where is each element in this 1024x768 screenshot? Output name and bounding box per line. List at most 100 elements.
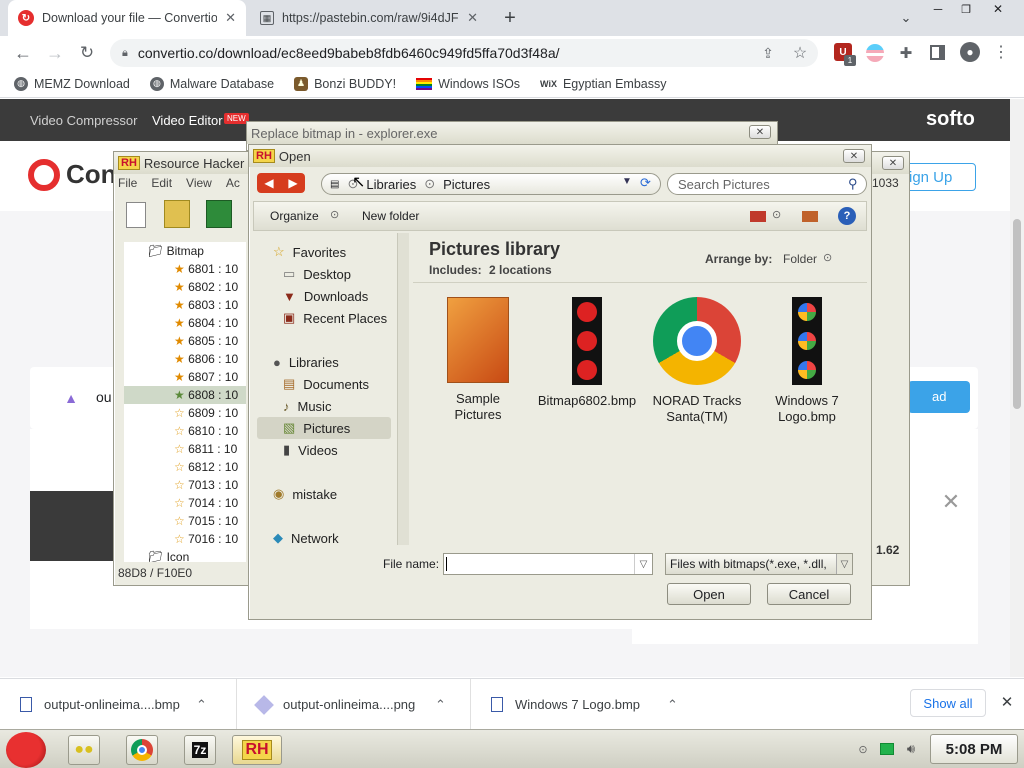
close-downloads-icon[interactable]: ✕	[998, 693, 1016, 711]
share-icon[interactable]: ⇪	[758, 43, 778, 63]
tree-item[interactable]: ☆ 6809 : 10	[124, 404, 246, 422]
close-window-icon[interactable]: ✕	[988, 2, 1008, 16]
tab-pastebin[interactable]: ▦ https://pastebin.com/raw/9i4dJF ✕	[250, 0, 488, 36]
nav-scrollbar[interactable]	[397, 233, 409, 545]
back-icon[interactable]: ←	[12, 42, 34, 64]
nav-desktop[interactable]: ▭ Desktop	[283, 263, 351, 285]
menu-file[interactable]: File	[118, 176, 137, 192]
close-icon[interactable]: ✕	[882, 156, 904, 170]
tree-item[interactable]: ★ 6804 : 10	[124, 314, 246, 332]
side-panel-icon[interactable]	[930, 45, 945, 60]
bookmark-malware-db[interactable]: ◍ Malware Database	[149, 76, 274, 91]
new-folder-button[interactable]: New folder	[362, 209, 419, 223]
chevron-up-icon[interactable]: ⌃	[667, 697, 678, 713]
search-input[interactable]: Search Pictures ⚲	[667, 173, 867, 195]
taskbar-chrome[interactable]	[126, 735, 158, 765]
tree-item[interactable]: ☆ 6810 : 10	[124, 422, 246, 440]
bookmark-bonzi[interactable]: ♟ Bonzi BUDDY!	[294, 76, 396, 91]
new-file-icon[interactable]	[126, 202, 146, 228]
nav-video-editor[interactable]: Video Editor	[152, 113, 223, 128]
help-icon[interactable]: ?	[838, 207, 856, 225]
forward-icon[interactable]: →	[44, 42, 66, 64]
file-name-input[interactable]: ▽	[443, 553, 653, 575]
volume-icon[interactable]: 🔊︎	[902, 740, 920, 758]
tab-search-icon[interactable]: ⌄	[896, 8, 916, 28]
sign-up-button[interactable]: ign Up	[900, 163, 976, 191]
address-bar[interactable]: 🔒︎ convertio.co/download/ec8eed9babeb8fd…	[110, 39, 818, 67]
breadcrumb-libraries[interactable]: Libraries	[366, 177, 416, 192]
tree-item[interactable]: ★ 6807 : 10	[124, 368, 246, 386]
arrange-by-dropdown[interactable]: Folder	[783, 252, 817, 266]
network-tray-icon[interactable]	[880, 743, 894, 755]
minimize-icon[interactable]: ─	[928, 2, 948, 16]
tree-item[interactable]: ☆ 6811 : 10	[124, 440, 246, 458]
tree-item[interactable]: ☆ 7016 : 10	[124, 530, 246, 548]
nav-documents[interactable]: ▤ Documents	[283, 373, 369, 395]
softo-logo[interactable]: softo	[926, 108, 975, 131]
dropdown-arrow-icon[interactable]: ▽	[634, 554, 652, 574]
nav-videos[interactable]: ▮ Videos	[283, 439, 338, 461]
profile-avatar-icon[interactable]: ●	[960, 42, 980, 62]
preview-pane-icon[interactable]	[802, 211, 818, 222]
nav-recent-places[interactable]: ▣ Recent Places	[283, 307, 387, 329]
close-icon[interactable]: ✕	[749, 125, 771, 139]
download-item[interactable]: Windows 7 Logo.bmp ⌃	[470, 679, 704, 730]
refresh-icon[interactable]: ⟳	[640, 175, 651, 191]
download-item[interactable]: output-onlineima....bmp ⌃	[0, 679, 236, 730]
close-tab-icon[interactable]: ✕	[225, 10, 236, 26]
taskbar-bonzi-app[interactable]: ●●	[68, 735, 100, 765]
back-icon[interactable]: ◀	[257, 173, 281, 193]
breadcrumb[interactable]: ▤ ⊙ Libraries ⊙ Pictures ▼ ⟳	[321, 173, 661, 195]
chevron-up-icon[interactable]: ⌃	[196, 697, 207, 713]
dropdown-arrow-icon[interactable]: ⊙	[823, 251, 832, 264]
tree-item[interactable]: ☆ 7015 : 10	[124, 512, 246, 530]
tree-item[interactable]: ☆ 7014 : 10	[124, 494, 246, 512]
view-options-icon[interactable]	[750, 211, 766, 222]
download-item[interactable]: output-onlineima....png ⌃	[236, 679, 470, 730]
includes-locations-link[interactable]: 2 locations	[489, 263, 552, 277]
close-tab-icon[interactable]: ✕	[467, 10, 478, 26]
nav-network[interactable]: ◆ Network	[273, 527, 339, 549]
bookmark-memz[interactable]: ◍ MEMZ Download	[14, 76, 130, 91]
file-norad-santa[interactable]: NORAD Tracks Santa(TM)	[647, 297, 747, 425]
chevron-up-icon[interactable]: ⌃	[435, 697, 446, 713]
bookmark-windows-isos[interactable]: Windows ISOs	[416, 77, 520, 91]
tray-expand-icon[interactable]: ⊙	[856, 742, 870, 756]
extension-flag-icon[interactable]	[866, 44, 884, 62]
tree-node-bitmap[interactable]: 📁︎ Bitmap	[124, 242, 246, 260]
tree-node-icon[interactable]: 📁︎ Icon	[124, 548, 246, 562]
taskbar-7zip[interactable]: 7z	[184, 735, 216, 765]
cancel-button[interactable]: Cancel	[767, 583, 851, 605]
search-icon[interactable]: ⚲	[848, 176, 858, 192]
forward-icon[interactable]: ▶	[281, 173, 305, 193]
dropdown-arrow-icon[interactable]: ▼	[622, 176, 632, 187]
file-bitmap6802[interactable]: Bitmap6802.bmp	[537, 297, 637, 409]
close-icon[interactable]: ✕	[843, 149, 865, 163]
extensions-puzzle-icon[interactable]: ✚	[896, 43, 916, 63]
bookmark-egyptian-embassy[interactable]: WiX Egyptian Embassy	[540, 77, 666, 91]
nav-libraries[interactable]: ● Libraries	[273, 351, 339, 373]
nav-favorites[interactable]: ☆ Favorites	[273, 241, 346, 263]
browser-menu-icon[interactable]: ⋮	[993, 42, 1009, 62]
tree-item[interactable]: ★ 6803 : 10	[124, 296, 246, 314]
tree-item[interactable]: ★ 6806 : 10	[124, 350, 246, 368]
new-tab-icon[interactable]: +	[498, 6, 522, 30]
open-button[interactable]: Open	[667, 583, 751, 605]
tree-item[interactable]: ☆ 6812 : 10	[124, 458, 246, 476]
tree-item[interactable]: ★ 6802 : 10	[124, 278, 246, 296]
menu-edit[interactable]: Edit	[151, 176, 172, 192]
start-button-angry-bird-icon[interactable]	[6, 732, 46, 768]
dropdown-arrow-icon[interactable]: ▽	[836, 554, 852, 574]
close-ad-icon[interactable]: ✕	[940, 489, 962, 514]
tree-item[interactable]: ★ 6805 : 10	[124, 332, 246, 350]
show-all-button[interactable]: Show all	[910, 689, 986, 717]
clock[interactable]: 5:08 PM	[930, 734, 1018, 764]
save-icon[interactable]	[206, 200, 232, 228]
nav-video-compressor[interactable]: Video Compressor	[30, 113, 137, 128]
nav-music[interactable]: ♪ Music	[283, 395, 331, 417]
file-windows7-logo[interactable]: Windows 7 Logo.bmp	[757, 297, 857, 425]
tree-item[interactable]: ★ 6801 : 10	[124, 260, 246, 278]
tab-convertio[interactable]: ↻ Download your file — Convertio ✕	[8, 0, 246, 36]
file-type-filter[interactable]: Files with bitmaps(*.exe, *.dll, ▽	[665, 553, 853, 575]
dropdown-arrow-icon[interactable]: ⊙	[772, 208, 781, 221]
